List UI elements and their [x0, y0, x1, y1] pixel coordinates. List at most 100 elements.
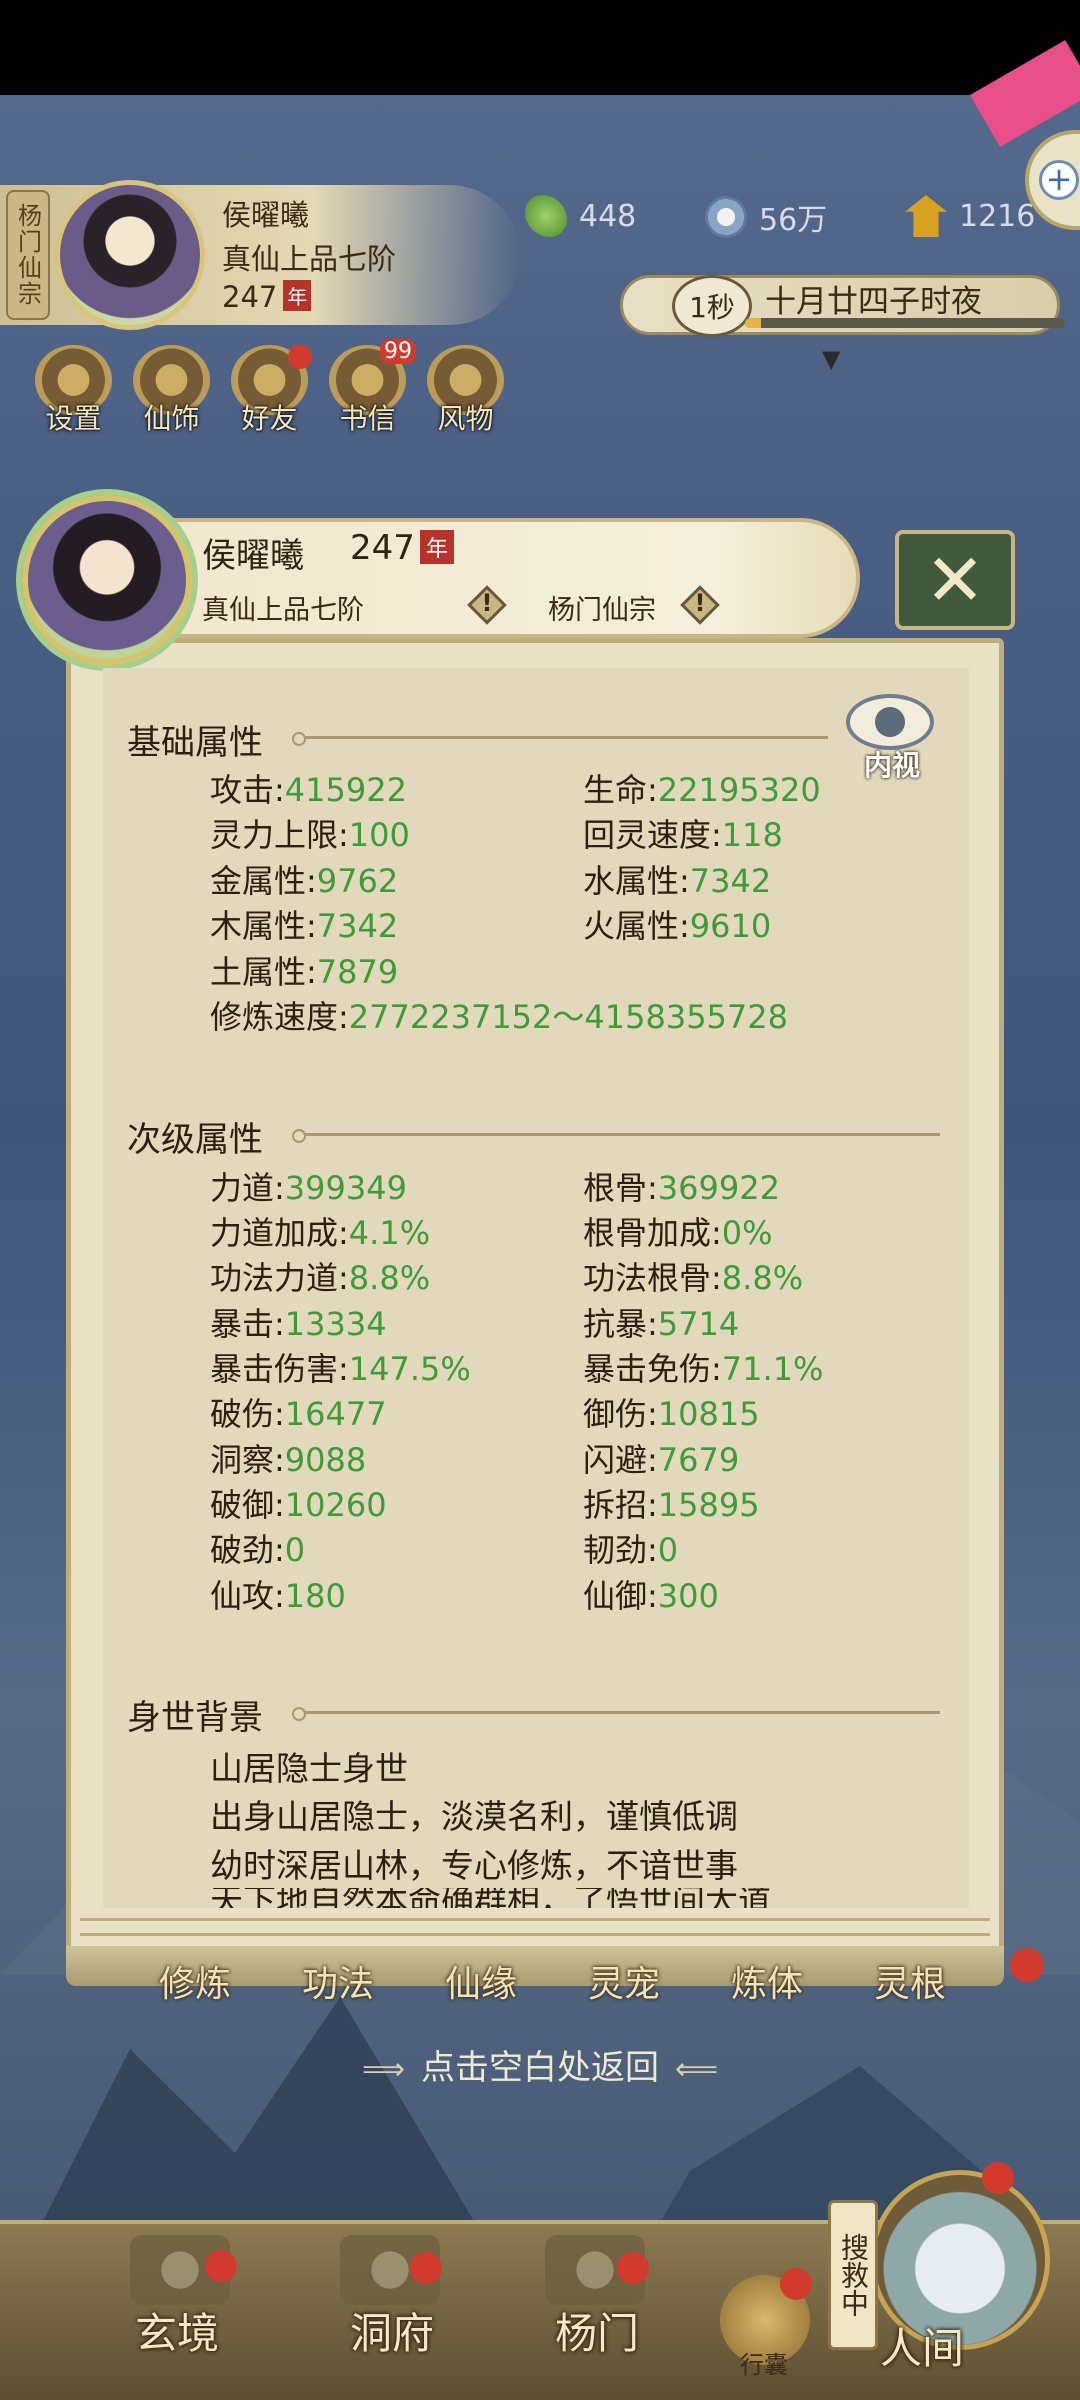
resource-coins[interactable]: 56万: [705, 195, 827, 239]
stat-immortal-defense: 仙御:300: [583, 1577, 719, 1615]
menu-settings[interactable]: 设置: [35, 345, 112, 435]
player-name: 侯曜曦: [222, 198, 310, 232]
inspect-button[interactable]: 内视: [842, 690, 942, 790]
age-unit-chip: 年: [283, 280, 312, 311]
nav-tab-cave[interactable]: 洞府: [350, 2300, 434, 2361]
stat-force-break: 破劲:0: [210, 1531, 306, 1569]
chevron-down-icon[interactable]: ▼: [822, 345, 840, 373]
stat-constitution-bonus: 根骨加成:0%: [583, 1214, 773, 1252]
clipped-line-container: 天下地自然本命确群相，了悟世间大道: [103, 1888, 969, 1908]
stat-fire: 火属性:9610: [583, 907, 772, 945]
stat-mana-cap: 灵力上限:100: [210, 816, 410, 854]
notification-dot: [410, 2252, 442, 2284]
tab-body-refining[interactable]: 炼体: [722, 1955, 812, 2007]
coin-count: 56万: [759, 203, 828, 238]
stat-constitution: 根骨:369922: [583, 1169, 780, 1207]
character-sub-tabs: 修炼 功法 仙缘 灵宠 炼体 灵根: [150, 1955, 955, 2007]
gold-ingot-icon: [905, 195, 947, 237]
player-rank: 真仙上品七阶: [222, 242, 397, 276]
spirit-coin-icon: [705, 196, 747, 238]
notification-dot: [780, 2268, 812, 2300]
time-progress-bar: [745, 318, 1065, 328]
top-menu: 设置 仙饰 好友 99 书信 风物: [35, 339, 504, 435]
section-divider: [292, 1707, 940, 1721]
cloud-swirl-icon: ⟹: [361, 2052, 405, 2087]
search-rescue-tag[interactable]: 搜救中: [828, 2200, 878, 2350]
nav-tab-realm[interactable]: 玄境: [135, 2300, 219, 2361]
tap-to-return-hint[interactable]: ⟹ 点击空白处返回 ⟸: [0, 2040, 1080, 2089]
section-divider: [292, 732, 828, 746]
system-status-bar: [0, 0, 1080, 95]
stat-crit-damage-reduction: 暴击免伤:71.1%: [583, 1350, 824, 1388]
stat-damage-guard: 御伤:10815: [583, 1395, 760, 1433]
background-origin: 山居隐士身世: [210, 1749, 408, 1788]
notification-dot: [1010, 1948, 1044, 1982]
tab-spirit-root[interactable]: 灵根: [865, 1955, 955, 2007]
menu-mail[interactable]: 99 书信: [329, 339, 416, 435]
character-name: 侯曜曦: [202, 536, 304, 576]
background-line: 出身山居隐士，淡漠名利，谨慎低调: [210, 1797, 738, 1836]
stat-technique-constitution: 功法根骨:8.8%: [583, 1259, 804, 1297]
bag-label: 行囊: [740, 2351, 788, 2379]
plus-icon: +: [1039, 160, 1079, 200]
age-unit-chip: 年: [420, 530, 454, 564]
cloud-swirl-icon: ⟸: [675, 2052, 719, 2087]
time-speed-button[interactable]: 1秒: [672, 275, 752, 337]
section-title-basic: 基础属性: [127, 723, 263, 763]
close-icon: ✕: [924, 538, 986, 622]
menu-label: 风物: [437, 402, 494, 435]
stat-parry: 拆招:15895: [583, 1486, 760, 1524]
tab-spirit-pet[interactable]: 灵宠: [579, 1955, 669, 2007]
nav-tab-sect[interactable]: 杨门: [555, 2300, 639, 2361]
resource-gold[interactable]: 1216: [905, 195, 1035, 237]
nav-tab-mortal-world[interactable]: 人间: [880, 2315, 964, 2376]
stat-insight: 洞察:9088: [210, 1441, 367, 1479]
gold-count: 1216: [959, 198, 1036, 234]
mail-count-badge: 99: [380, 339, 416, 364]
player-avatar[interactable]: [55, 180, 205, 330]
stat-defense-break: 破御:10260: [210, 1486, 387, 1524]
notification-dot: [982, 2162, 1014, 2194]
sect-tag[interactable]: 杨门仙宗: [6, 190, 50, 320]
menu-costume[interactable]: 仙饰: [133, 345, 210, 435]
panel-footer-divider: [80, 1918, 990, 1936]
calendar-date: 十月廿四子时夜: [765, 284, 982, 320]
notification-dot: [617, 2252, 649, 2284]
menu-friends[interactable]: 好友: [231, 345, 312, 435]
menu-label: 书信: [339, 402, 396, 435]
stat-water: 水属性:7342: [583, 862, 772, 900]
sect-info-icon[interactable]: !: [680, 585, 720, 625]
stat-strength-bonus: 力道加成:4.1%: [210, 1214, 431, 1252]
background-line: 幼时深居山林，专心修炼，不谙世事: [210, 1846, 738, 1885]
tab-techniques[interactable]: 功法: [293, 1955, 383, 2007]
close-button[interactable]: ✕: [895, 530, 1015, 630]
player-age-value: 247: [222, 280, 278, 314]
stat-mana-regen: 回灵速度:118: [583, 816, 783, 854]
stat-earth: 土属性:7879: [210, 953, 399, 991]
time-progress-fill: [745, 318, 761, 328]
character-age: 247: [350, 528, 415, 568]
stat-crit-damage: 暴击伤害:147.5%: [210, 1350, 471, 1388]
resource-jade[interactable]: 448: [525, 195, 636, 237]
section-divider: [292, 1129, 940, 1143]
menu-label: 设置: [45, 402, 102, 435]
stat-pierce: 破伤:16477: [210, 1395, 387, 1433]
character-avatar: [22, 495, 192, 665]
stat-crit-resist: 抗暴:5714: [583, 1305, 740, 1343]
menu-label: 好友: [241, 402, 298, 435]
tab-affinity[interactable]: 仙缘: [436, 1955, 526, 2007]
stat-toughness: 韧劲:0: [583, 1531, 679, 1569]
menu-label: 仙饰: [143, 402, 200, 435]
inspect-label: 内视: [863, 749, 920, 782]
stat-attack: 攻击:415922: [210, 771, 407, 809]
stat-crit: 暴击:13334: [210, 1305, 387, 1343]
stat-dodge: 闪避:7679: [583, 1441, 740, 1479]
player-age: 247 年: [222, 280, 312, 314]
section-title-background: 身世背景: [127, 1698, 263, 1738]
rank-info-icon[interactable]: !: [467, 585, 507, 625]
tab-cultivation[interactable]: 修炼: [150, 1955, 240, 2007]
stat-wood: 木属性:7342: [210, 907, 399, 945]
menu-customs[interactable]: 风物: [427, 345, 504, 435]
stat-immortal-attack: 仙攻:180: [210, 1577, 346, 1615]
stat-hp: 生命:22195320: [583, 771, 821, 809]
